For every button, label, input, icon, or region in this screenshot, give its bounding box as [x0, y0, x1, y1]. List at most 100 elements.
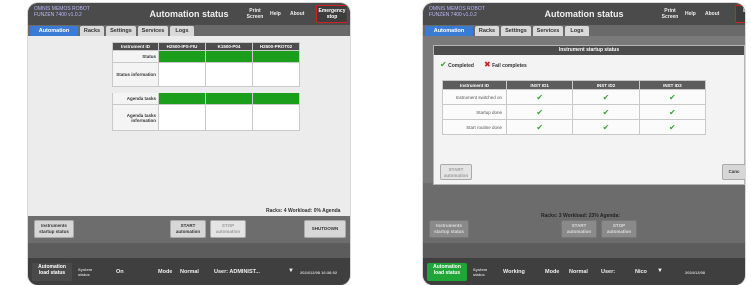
start-automation-button[interactable]: START automation — [561, 220, 597, 238]
cross-icon: ✖ — [484, 60, 491, 69]
tab-automation-status[interactable]: Automation status — [425, 26, 473, 44]
system-status-value: On — [116, 269, 124, 275]
screen-automation-status: OMNIS MEMOS ROBOT FUNZEN 7400 v1.0.2 Aut… — [28, 3, 350, 285]
row-label-agenda-tasks: Agenda tasks — [112, 92, 159, 105]
user-label: User: ADMINIST... — [214, 269, 260, 275]
about-button[interactable]: About — [290, 11, 304, 17]
info-cell — [158, 62, 206, 87]
check-icon: ✔ — [505, 104, 574, 120]
column-header: INST ID3 — [638, 80, 707, 90]
print-screen-button[interactable]: Print Screen — [244, 8, 266, 20]
tab-services[interactable]: Services — [138, 26, 168, 36]
automation-mode-indicator: Automation load status — [427, 263, 467, 281]
mode-label-text: Mode — [545, 269, 560, 275]
status-cell-ok — [205, 50, 253, 63]
row-label-start-routine-done: Start routine done — [442, 119, 507, 135]
check-icon: ✔ — [572, 119, 640, 135]
stop-automation-button[interactable]: STOP automation — [210, 220, 246, 238]
agenda-cell-ok — [252, 92, 300, 105]
info-cell — [205, 62, 253, 87]
mode-sub: load status — [38, 270, 66, 276]
legend-failed: ✖ Fail completes — [484, 60, 527, 69]
racks-workload-status: Racks: 4 Workload: 0% Agenda — [266, 208, 341, 214]
status-cell-ok — [158, 50, 206, 63]
stop-automation-button[interactable]: STOP automation — [601, 220, 637, 238]
mode-sub: load status — [433, 270, 461, 276]
info-cell — [158, 104, 206, 131]
status-cell-ok — [252, 50, 300, 63]
user-dropdown-icon[interactable]: ▼ — [657, 268, 663, 274]
check-icon: ✔ — [572, 89, 640, 105]
user-dropdown-icon[interactable]: ▼ — [288, 268, 294, 274]
tab-automation-status[interactable]: Automation status — [30, 26, 78, 44]
automation-status-panel: Instrument ID H2500-IPS-FIU K1500-P04 H2… — [28, 36, 350, 243]
column-header: INST ID1 — [505, 80, 574, 90]
column-header: INST ID2 — [572, 80, 640, 90]
tab-bar: Automation status Racks Settings Service… — [423, 25, 745, 44]
datetime: 2024/12/08 — [685, 270, 706, 275]
row-label-agenda-tasks-information: Agenda tasks information — [112, 104, 159, 131]
instrument-id-header: Instrument ID — [112, 42, 159, 51]
about-button[interactable]: About — [705, 11, 719, 17]
print-screen-button[interactable]: Print Screen — [659, 8, 681, 20]
header-bar: OMNIS MEMOS ROBOT FUNZEN 7400 v1.0.2 Aut… — [423, 3, 745, 25]
tab-racks[interactable]: Racks — [80, 26, 104, 36]
legend-completed-label: Completed — [448, 63, 474, 69]
check-icon: ✔ — [505, 119, 574, 135]
instruments-startup-status-button[interactable]: Instruments startup status — [34, 220, 74, 238]
dialog-title: Instrument startup status — [434, 46, 744, 55]
check-icon: ✔ — [638, 119, 707, 135]
tab-services[interactable]: Services — [533, 26, 563, 36]
info-cell — [252, 104, 300, 131]
system-status-value: Working — [503, 269, 525, 275]
datetime: 2024/12/08 16:38:02 — [300, 270, 338, 275]
tab-logs[interactable]: Logs — [170, 26, 194, 36]
mode-value: Normal — [569, 269, 588, 275]
startup-status-dialog: Instrument startup status ✔ Completed ✖ … — [433, 45, 745, 185]
instruments-startup-status-button[interactable]: Instruments startup status — [429, 220, 469, 238]
racks-workload-status: Racks: 3 Workload: 23% Agenda: — [541, 213, 620, 219]
start-automation-button[interactable]: START automation — [170, 220, 206, 238]
tab-bar: Automation status Racks Settings Service… — [28, 25, 350, 44]
instrument-id-header: Instrument ID — [442, 80, 507, 90]
emergency-stop-button[interactable]: Em — [735, 5, 745, 23]
info-cell — [205, 104, 253, 131]
agenda-cell-ok — [205, 92, 253, 105]
row-label-switched-on: Instrument switched on — [442, 89, 507, 105]
tab-settings[interactable]: Settings — [106, 26, 136, 36]
instrument-status-table: Instrument ID H2500-IPS-FIU K1500-P04 H2… — [112, 42, 300, 131]
check-icon: ✔ — [572, 104, 640, 120]
footer-status-bar: Automation load status System status On … — [28, 258, 350, 285]
emergency-stop-button[interactable]: Emergency stop — [316, 5, 348, 23]
check-icon: ✔ — [638, 89, 707, 105]
cancel-button[interactable]: Canc — [722, 164, 745, 180]
user-label: User: — [601, 269, 616, 275]
legend-failed-label: Fail completes — [492, 63, 527, 69]
header-bar: OMNIS MEMOS ROBOT FUNZEN 7400 v1.0.2 Aut… — [28, 3, 350, 25]
help-button[interactable]: Help — [270, 11, 281, 17]
mode-value: Normal — [180, 269, 199, 275]
user-value: Nico — [635, 269, 647, 275]
tab-settings[interactable]: Settings — [501, 26, 531, 36]
screen-startup-status: OMNIS MEMOS ROBOT FUNZEN 7400 v1.0.2 Aut… — [423, 3, 745, 285]
help-button[interactable]: Help — [685, 11, 696, 17]
shutdown-button[interactable]: SHUTDOWN — [304, 220, 346, 238]
system-status-label: System status — [78, 267, 93, 277]
tab-racks[interactable]: Racks — [475, 26, 499, 36]
footer-status-bar: Automation load status System status Wor… — [423, 258, 745, 285]
mode-label-text: Mode — [158, 269, 173, 275]
info-cell — [252, 62, 300, 87]
row-label-startup-done: Startup done — [442, 104, 507, 120]
legend-completed: ✔ Completed — [440, 60, 474, 69]
column-header: K1500-P04 — [205, 42, 253, 51]
row-label-status-information: Status information — [112, 62, 159, 87]
page-title: Automation status — [544, 9, 624, 19]
startup-status-table: Instrument ID INST ID1 INST ID2 INST ID3… — [442, 80, 707, 135]
tab-logs[interactable]: Logs — [565, 26, 589, 36]
agenda-cell-ok — [158, 92, 206, 105]
check-icon: ✔ — [505, 89, 574, 105]
column-header: H2500-IPS-FIU — [158, 42, 206, 51]
start-automation-dialog-button[interactable]: START automation — [440, 164, 472, 180]
column-header: H2500-PROT02 — [252, 42, 300, 51]
automation-mode-indicator: Automation load status — [32, 263, 72, 281]
